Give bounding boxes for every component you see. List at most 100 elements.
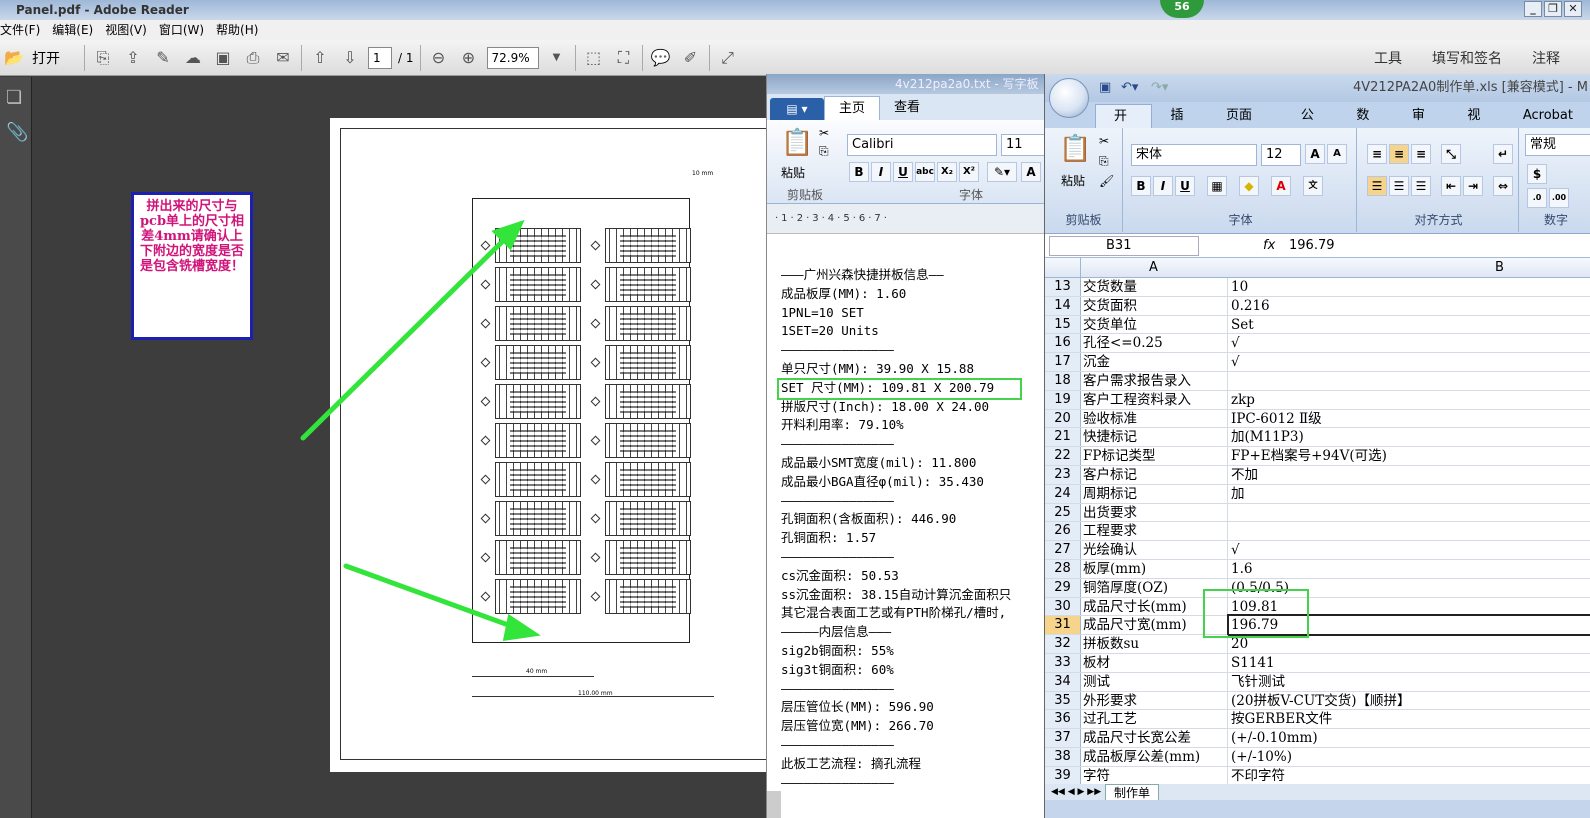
number-format-select[interactable]: 常规 <box>1525 134 1590 156</box>
tab-formulas[interactable]: 公式 <box>1283 104 1338 147</box>
tab-home[interactable]: 开始 <box>1095 104 1153 148</box>
font-size-select[interactable]: 12 <box>1261 144 1301 166</box>
sheet-nav-icon[interactable]: ◀◀ ◀ ▶ ▶▶ <box>1051 784 1101 800</box>
cell-a[interactable]: 周期标记 <box>1082 484 1228 503</box>
copy-icon[interactable]: ⎘ <box>819 144 829 159</box>
decrease-decimal-button[interactable]: .00 <box>1549 188 1569 208</box>
tab-review[interactable]: 审阅 <box>1394 104 1449 147</box>
column-b-header[interactable]: B <box>1495 258 1504 278</box>
tab-view[interactable]: 查看 <box>880 96 934 120</box>
font-color-button[interactable]: A <box>1271 176 1291 196</box>
row-number[interactable]: 37 <box>1045 729 1081 747</box>
row-number[interactable]: 21 <box>1045 428 1081 447</box>
underline-button[interactable]: U <box>1175 176 1195 196</box>
cell-b[interactable]: Set <box>1229 316 1590 334</box>
wrap-text-button[interactable]: ↵ <box>1493 144 1513 164</box>
row-number[interactable]: 34 <box>1045 672 1081 691</box>
row-number[interactable]: 25 <box>1045 503 1081 522</box>
italic-button[interactable]: I <box>1153 176 1173 196</box>
cell-b[interactable]: √ <box>1229 541 1590 559</box>
row-number[interactable]: 19 <box>1045 390 1081 409</box>
cell-a[interactable]: 字符 <box>1082 766 1228 785</box>
row-number[interactable]: 31 <box>1045 616 1081 635</box>
cell-b[interactable]: FP+E档案号+94V(可选) <box>1229 447 1590 465</box>
cell-b[interactable]: 1.6 <box>1229 560 1590 578</box>
cell-b[interactable] <box>1229 372 1590 390</box>
borders-button[interactable]: ▦ <box>1207 176 1227 196</box>
cut-icon[interactable]: ✂ <box>819 126 829 140</box>
cell-a[interactable]: 过孔工艺 <box>1082 710 1228 729</box>
cell-b[interactable]: (+/-0.10mm) <box>1229 729 1590 747</box>
cell-a[interactable]: 孔径<=0.25 <box>1082 334 1228 353</box>
cell-a[interactable]: 板材 <box>1082 653 1228 672</box>
wordpad-document[interactable]: ———广州兴森快捷拼板信息—— 成品板厚(MM): 1.60 1PNL=10 SET… <box>781 266 1049 792</box>
grow-font-button[interactable]: A <box>1305 144 1325 164</box>
cell-a[interactable]: 成品尺寸长宽公差 <box>1082 729 1228 747</box>
redo-icon[interactable]: ↷▾ <box>1151 74 1168 102</box>
undo-icon[interactable]: ↶▾ <box>1121 74 1138 102</box>
name-box[interactable]: B31 <box>1049 236 1199 256</box>
function-icon[interactable]: fx <box>1263 234 1275 258</box>
cell-b[interactable]: 加 <box>1229 485 1590 503</box>
font-name-select[interactable]: 宋体 <box>1131 144 1257 166</box>
cell-a[interactable]: 板厚(mm) <box>1082 559 1228 578</box>
tab-acrobat[interactable]: Acrobat <box>1505 104 1590 128</box>
cell-b[interactable] <box>1229 504 1590 522</box>
cell-b[interactable]: zkp <box>1229 391 1590 409</box>
cell-a[interactable]: 客户工程资料录入 <box>1082 390 1228 409</box>
row-number[interactable]: 35 <box>1045 691 1081 710</box>
align-right-button[interactable]: ☰ <box>1411 176 1431 196</box>
row-number[interactable]: 39 <box>1045 766 1081 785</box>
cell-b[interactable]: 10 <box>1229 278 1590 296</box>
cell-b[interactable]: (20拼板V-CUT交货)【顺拼】 <box>1229 692 1590 710</box>
tab-data[interactable]: 数据 <box>1338 104 1393 147</box>
cell-b[interactable]: 不印字符 <box>1229 767 1590 785</box>
row-number[interactable]: 17 <box>1045 353 1081 371</box>
cell-b[interactable]: 不加 <box>1229 466 1590 484</box>
copy-icon[interactable]: ⎘ <box>1099 154 1109 169</box>
font-size-select[interactable]: 11 <box>1001 134 1045 156</box>
cell-b[interactable]: IPC-6012 Ⅱ级 <box>1229 410 1590 428</box>
increase-decimal-button[interactable]: .0 <box>1527 188 1547 208</box>
wordpad-menu-button[interactable]: ▤ ▾ <box>770 98 824 120</box>
decrease-indent-button[interactable]: ⇤ <box>1441 176 1461 196</box>
cell-b[interactable]: 飞针测试 <box>1229 673 1590 691</box>
align-bottom-button[interactable]: ≡ <box>1411 144 1431 164</box>
cell-b[interactable]: (+/-10%) <box>1229 748 1590 766</box>
cell-a[interactable]: 外形要求 <box>1082 691 1228 710</box>
cell-a[interactable]: 测试 <box>1082 672 1228 691</box>
tab-insert[interactable]: 插入 <box>1152 104 1207 147</box>
row-number[interactable]: 28 <box>1045 559 1081 578</box>
tab-page-layout[interactable]: 页面布局 <box>1208 104 1283 147</box>
cell-a[interactable]: 交货数量 <box>1082 278 1228 296</box>
row-number[interactable]: 26 <box>1045 522 1081 541</box>
cell-a[interactable]: 成品板厚公差(mm) <box>1082 747 1228 766</box>
cut-icon[interactable]: ✂ <box>1099 134 1109 148</box>
shrink-font-button[interactable]: A <box>1327 144 1347 164</box>
cell-a[interactable]: FP标记类型 <box>1082 447 1228 465</box>
cell-a[interactable]: 客户需求报告录入 <box>1082 371 1228 390</box>
row-number[interactable]: 29 <box>1045 578 1081 597</box>
row-number[interactable]: 36 <box>1045 710 1081 729</box>
cell-b[interactable] <box>1229 522 1590 540</box>
fill-color-button[interactable]: ◆ <box>1239 176 1259 196</box>
paste-label[interactable]: 粘贴 <box>781 164 805 181</box>
row-number[interactable]: 30 <box>1045 597 1081 616</box>
cell-a[interactable]: 出货要求 <box>1082 503 1228 522</box>
cell-b[interactable]: 0.216 <box>1229 297 1590 315</box>
superscript-button[interactable]: X² <box>959 162 979 182</box>
format-painter-icon[interactable]: 🖌 <box>1099 174 1114 188</box>
row-number[interactable]: 16 <box>1045 334 1081 353</box>
phonetic-button[interactable]: 文 <box>1303 176 1323 196</box>
row-number[interactable]: 15 <box>1045 315 1081 334</box>
cell-b[interactable]: √ <box>1229 334 1590 352</box>
font-color-button[interactable]: A <box>1021 162 1041 182</box>
font-name-select[interactable]: Calibri <box>847 134 997 156</box>
row-number[interactable]: 33 <box>1045 653 1081 672</box>
column-a-header[interactable]: A <box>1149 258 1158 278</box>
cell-b[interactable]: 加(M11P3) <box>1229 428 1590 446</box>
row-number[interactable]: 32 <box>1045 635 1081 653</box>
row-number[interactable]: 23 <box>1045 465 1081 484</box>
horizontal-scrollbar[interactable] <box>767 791 781 818</box>
row-number[interactable]: 13 <box>1045 278 1081 296</box>
